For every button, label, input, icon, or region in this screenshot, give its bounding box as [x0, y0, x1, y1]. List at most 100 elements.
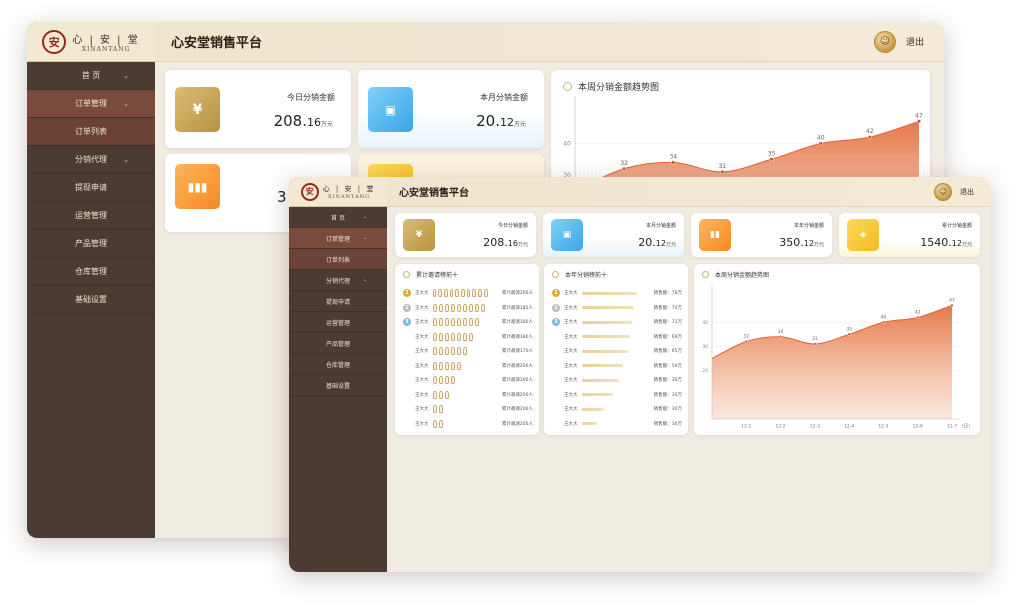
data-point: [847, 332, 851, 337]
chevron-down-icon: ⌄: [123, 99, 129, 108]
data-label: 42: [915, 309, 921, 315]
agent-name: 王大大: [415, 349, 429, 354]
data-point: [769, 157, 774, 162]
sidebar-item[interactable]: 首 页 ⌄: [289, 207, 387, 228]
person-icon: [444, 376, 449, 384]
agent-name: 王大大: [415, 334, 429, 340]
sidebar: 安 心 | 安 | 堂 XINANTANG 首 页 ⌄ 订单管理 ⌄ 订单列表 分销代理 ⌄…: [289, 177, 387, 572]
dashboard-content: ¥ 今日分销金额 208.16万元 ▣ 本月分销金额 20.12万元 ▮▮ 本年分销金额 350…: [387, 207, 990, 572]
data-point: [916, 315, 920, 320]
rank-badge: 1: [552, 289, 560, 297]
data-label: 31: [812, 336, 818, 342]
invite-count: 累计邀请200人: [501, 291, 533, 296]
data-label: 35: [846, 326, 852, 332]
sidebar-item[interactable]: 基础设置: [27, 286, 155, 314]
sidebar-item[interactable]: 基础设置: [289, 375, 387, 396]
list-item: 2 王大大 累计邀请185人: [403, 303, 533, 313]
sidebar-item[interactable]: 订单列表: [289, 249, 387, 270]
person-icon: [444, 390, 449, 399]
brand-en: XINANTANG: [328, 193, 370, 200]
sidebar-item-label: 产品管理: [75, 239, 107, 248]
sidebar-item[interactable]: 分销代理 ⌄: [27, 146, 155, 174]
sidebar-item[interactable]: 运营管理: [27, 202, 155, 230]
sidebar-item[interactable]: 产品管理: [27, 230, 155, 258]
stat-value: 208.16万元: [273, 112, 333, 130]
stat-card: ▣ 本月分销金额 20.12万元: [543, 213, 684, 257]
ornament-icon: [552, 271, 559, 278]
avatar[interactable]: ☺: [873, 30, 896, 53]
stack-icon: ◈: [847, 219, 879, 251]
sidebar-item[interactable]: 仓库管理: [289, 354, 387, 375]
list-item: 王大大 销售额：65万: [552, 346, 682, 356]
sales-bar: [581, 364, 637, 367]
person-icon: [438, 376, 443, 384]
sales-bar-fill: [581, 364, 623, 367]
stat-label: 本年分销金额: [793, 223, 824, 229]
x-tick-label: 12-4: [844, 424, 854, 430]
avatar[interactable]: ☺: [934, 182, 952, 201]
invite-count: 累计邀请200人: [501, 392, 533, 398]
person-icon: [450, 332, 455, 341]
panel-title: 累计邀请榜前十: [403, 270, 458, 279]
sidebar-item-label: 订单列表: [75, 127, 107, 136]
x-tick-label: 12-5: [878, 424, 888, 430]
logo-icon: 安: [300, 182, 319, 201]
sales-bar: [581, 306, 637, 309]
x-tick-label: 12-6: [913, 424, 923, 430]
sidebar-item[interactable]: 运营管理: [289, 312, 387, 333]
sidebar-item[interactable]: 订单列表: [27, 118, 155, 146]
invite-figures: [432, 419, 488, 428]
agent-name: 王大大: [415, 407, 429, 412]
person-icon: [432, 347, 437, 355]
sidebar-item[interactable]: 订单管理 ⌄: [27, 90, 155, 118]
sidebar: 安 心 | 安 | 堂 XINANTANG 首 页 ⌄ 订单管理 ⌄ 订单列表 分销代理 ⌄…: [27, 22, 155, 538]
person-icon: [474, 318, 479, 326]
wallet-icon: ▣: [368, 87, 413, 132]
bar-chart-icon: ▮▮▮: [175, 164, 220, 209]
sidebar-item[interactable]: 订单管理 ⌄: [289, 228, 387, 249]
stat-value: 3: [277, 188, 287, 206]
sidebar-item-label: 订单列表: [325, 256, 350, 264]
stat-card: ◈ 累计分销金额 1540.12万元: [839, 213, 980, 257]
stat-value: 20.12万元: [476, 112, 526, 130]
logo-icon: 安: [42, 29, 67, 54]
invite-count: 累计邀请200人: [501, 407, 533, 412]
sidebar-item[interactable]: 提现申请: [27, 174, 155, 202]
logout-button[interactable]: 退出: [906, 35, 924, 48]
person-icon: [432, 303, 437, 312]
sales-bar-fill: [581, 378, 619, 382]
data-label: 32: [620, 160, 628, 167]
list-item: 王大大 销售额：59万: [552, 361, 682, 371]
sidebar-item[interactable]: 产品管理: [289, 333, 387, 354]
person-icon: [462, 347, 467, 355]
x-tick-label: 12-3: [810, 424, 820, 430]
yuan-icon: ¥: [175, 87, 220, 132]
agent-name: 王大大: [564, 378, 578, 383]
sales-bar-fill: [581, 291, 637, 295]
person-icon: [438, 390, 443, 399]
sales-amount: 销售额：30万: [653, 407, 682, 412]
sales-bar-fill: [581, 349, 628, 353]
sidebar-item-label: 产品管理: [325, 340, 350, 348]
chevron-down-icon: ⌄: [362, 235, 367, 241]
stat-value: 350.12万元: [779, 236, 824, 249]
person-icon: [450, 303, 455, 312]
sales-bar: [581, 422, 637, 425]
agent-name: 王大大: [564, 320, 578, 325]
list-item: 王大大 累计邀请200人: [403, 419, 533, 429]
person-icon: [438, 419, 443, 428]
x-tick-label: 12-2: [775, 424, 785, 430]
x-tick-label: 12-7: [947, 424, 957, 430]
agent-name: 王大大: [415, 392, 429, 398]
sidebar-item[interactable]: 分销代理 ⌄: [289, 270, 387, 291]
agent-name: 王大大: [564, 334, 578, 340]
sidebar-item[interactable]: 提现申请: [289, 291, 387, 312]
chevron-down-icon: ⌄: [123, 155, 129, 164]
sidebar-item[interactable]: 仓库管理: [27, 258, 155, 286]
logout-button[interactable]: 退出: [960, 187, 974, 197]
list-item: 1 王大大 累计邀请200人: [403, 288, 533, 298]
sidebar-item[interactable]: 首 页 ⌄: [27, 62, 155, 90]
yuan-icon: ¥: [403, 219, 435, 251]
person-icon: [438, 405, 443, 413]
person-icon: [456, 332, 461, 341]
